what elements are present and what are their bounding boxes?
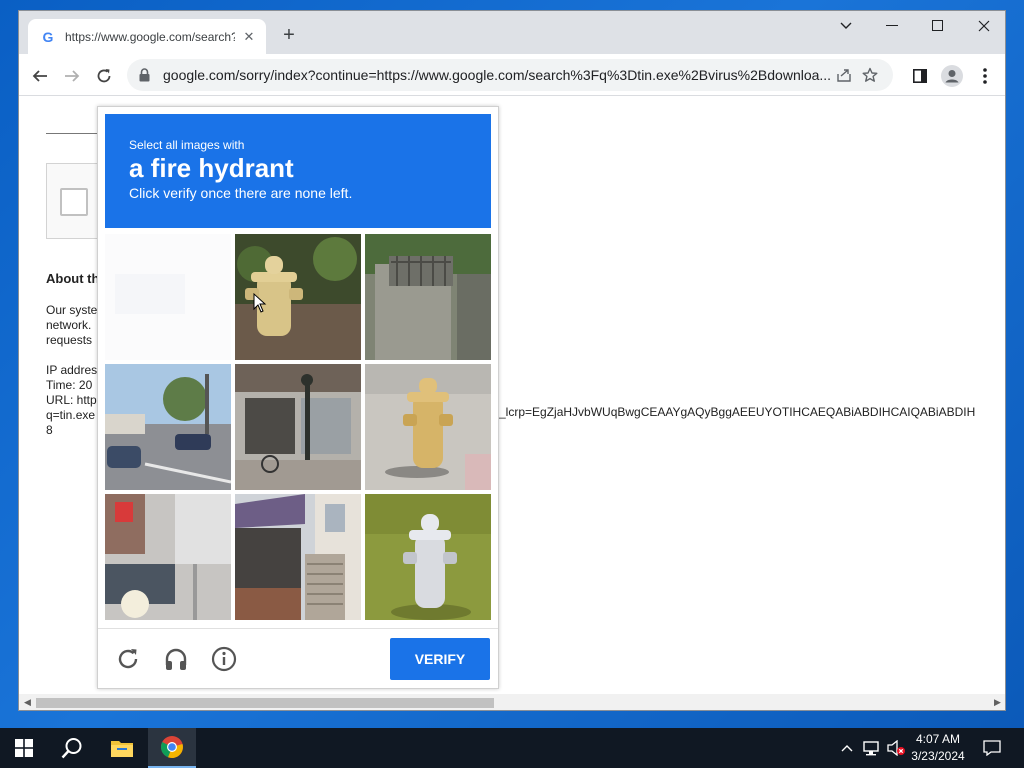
info-icon[interactable]: [209, 644, 239, 674]
image-tile-6[interactable]: [365, 364, 491, 490]
url-text: google.com/sorry/index?continue=https://…: [163, 67, 831, 83]
search-icon[interactable]: [48, 728, 96, 768]
profile-avatar-icon[interactable]: [939, 63, 965, 89]
paragraph-line: Our syste: [46, 303, 98, 317]
image-tile-7[interactable]: [105, 494, 231, 620]
tab-close-icon[interactable]: ✕: [241, 29, 257, 45]
image-tile-5[interactable]: [235, 364, 361, 490]
ip-address-line: IP addres: [46, 363, 98, 377]
notification-center-icon[interactable]: [972, 728, 1012, 768]
volume-muted-icon[interactable]: [884, 728, 908, 768]
challenge-target: a fire hydrant: [129, 153, 294, 183]
recaptcha-challenge: Select all images with a fire hydrant Cl…: [97, 106, 499, 689]
scrollbar-thumb[interactable]: [36, 698, 494, 708]
tab-search-chevron-icon[interactable]: [823, 11, 869, 41]
headphones-icon[interactable]: [161, 644, 191, 674]
tab-title: https://www.google.com/search?q=: [65, 29, 235, 44]
image-tile-3[interactable]: [365, 234, 491, 360]
paragraph-line: requests: [46, 333, 93, 347]
chevron-up-icon[interactable]: [836, 728, 858, 768]
time-line: Time: 20: [46, 378, 93, 392]
browser-toolbar: google.com/sorry/index?continue=https://…: [19, 54, 1005, 96]
verify-instruction: Click verify once there are none left.: [129, 185, 353, 201]
clock-date: 3/23/2024: [911, 749, 965, 763]
side-panel-icon[interactable]: [907, 63, 933, 89]
google-favicon-icon: G: [42, 28, 54, 45]
scroll-right-arrow-icon[interactable]: ▶: [994, 697, 1001, 708]
challenge-footer: VERIFY: [98, 628, 498, 688]
back-button[interactable]: [27, 63, 53, 89]
kebab-menu-icon[interactable]: [972, 63, 998, 89]
image-tile-8[interactable]: [235, 494, 361, 620]
paragraph-line: network.: [46, 318, 92, 332]
verify-button[interactable]: VERIFY: [390, 638, 490, 680]
challenge-header: Select all images with a fire hydrant Cl…: [105, 114, 491, 228]
file-explorer-icon[interactable]: [98, 728, 146, 768]
new-tab-button[interactable]: +: [277, 23, 301, 47]
browser-tab[interactable]: G https://www.google.com/search?q= ✕: [28, 19, 266, 54]
tab-strip: G https://www.google.com/search?q= ✕ +: [19, 11, 1005, 54]
horizontal-scrollbar[interactable]: ◀ ▶: [19, 694, 1005, 710]
system-clock[interactable]: 4:07 AM 3/23/2024: [906, 731, 970, 765]
taskbar: 4:07 AM 3/23/2024: [0, 728, 1024, 768]
url-overflow-text: _lcrp=EgZjaHJvbWUqBwgCEAAYgAQyBggAEEUYOT…: [499, 405, 976, 419]
about-heading: About th: [46, 271, 100, 286]
share-icon[interactable]: [831, 62, 857, 88]
recaptcha-checkbox[interactable]: [60, 188, 88, 216]
url-query-line: q=tin.exe: [46, 408, 96, 422]
clock-time: 4:07 AM: [915, 732, 961, 746]
refresh-icon[interactable]: [113, 644, 143, 674]
bookmark-star-icon[interactable]: [857, 62, 883, 88]
chrome-taskbar-icon[interactable]: [148, 728, 196, 768]
minimize-button[interactable]: [869, 11, 915, 41]
select-instruction: Select all images with: [129, 138, 245, 152]
address-bar[interactable]: google.com/sorry/index?continue=https://…: [127, 59, 893, 91]
scroll-left-arrow-icon[interactable]: ◀: [24, 697, 31, 708]
forward-button[interactable]: [59, 63, 85, 89]
reload-button[interactable]: [91, 63, 117, 89]
image-grid: [105, 234, 491, 620]
url-tail-line: 8: [46, 423, 53, 437]
image-tile-4[interactable]: [105, 364, 231, 490]
mouse-cursor-icon: [253, 292, 267, 313]
network-icon[interactable]: [860, 728, 884, 768]
close-window-button[interactable]: [961, 11, 1005, 41]
url-line: URL: http: [46, 393, 97, 407]
image-tile-1[interactable]: [105, 234, 231, 360]
start-windows-icon[interactable]: [0, 728, 48, 768]
image-tile-9[interactable]: [365, 494, 491, 620]
lock-icon: [139, 67, 153, 83]
maximize-button[interactable]: [915, 11, 961, 41]
